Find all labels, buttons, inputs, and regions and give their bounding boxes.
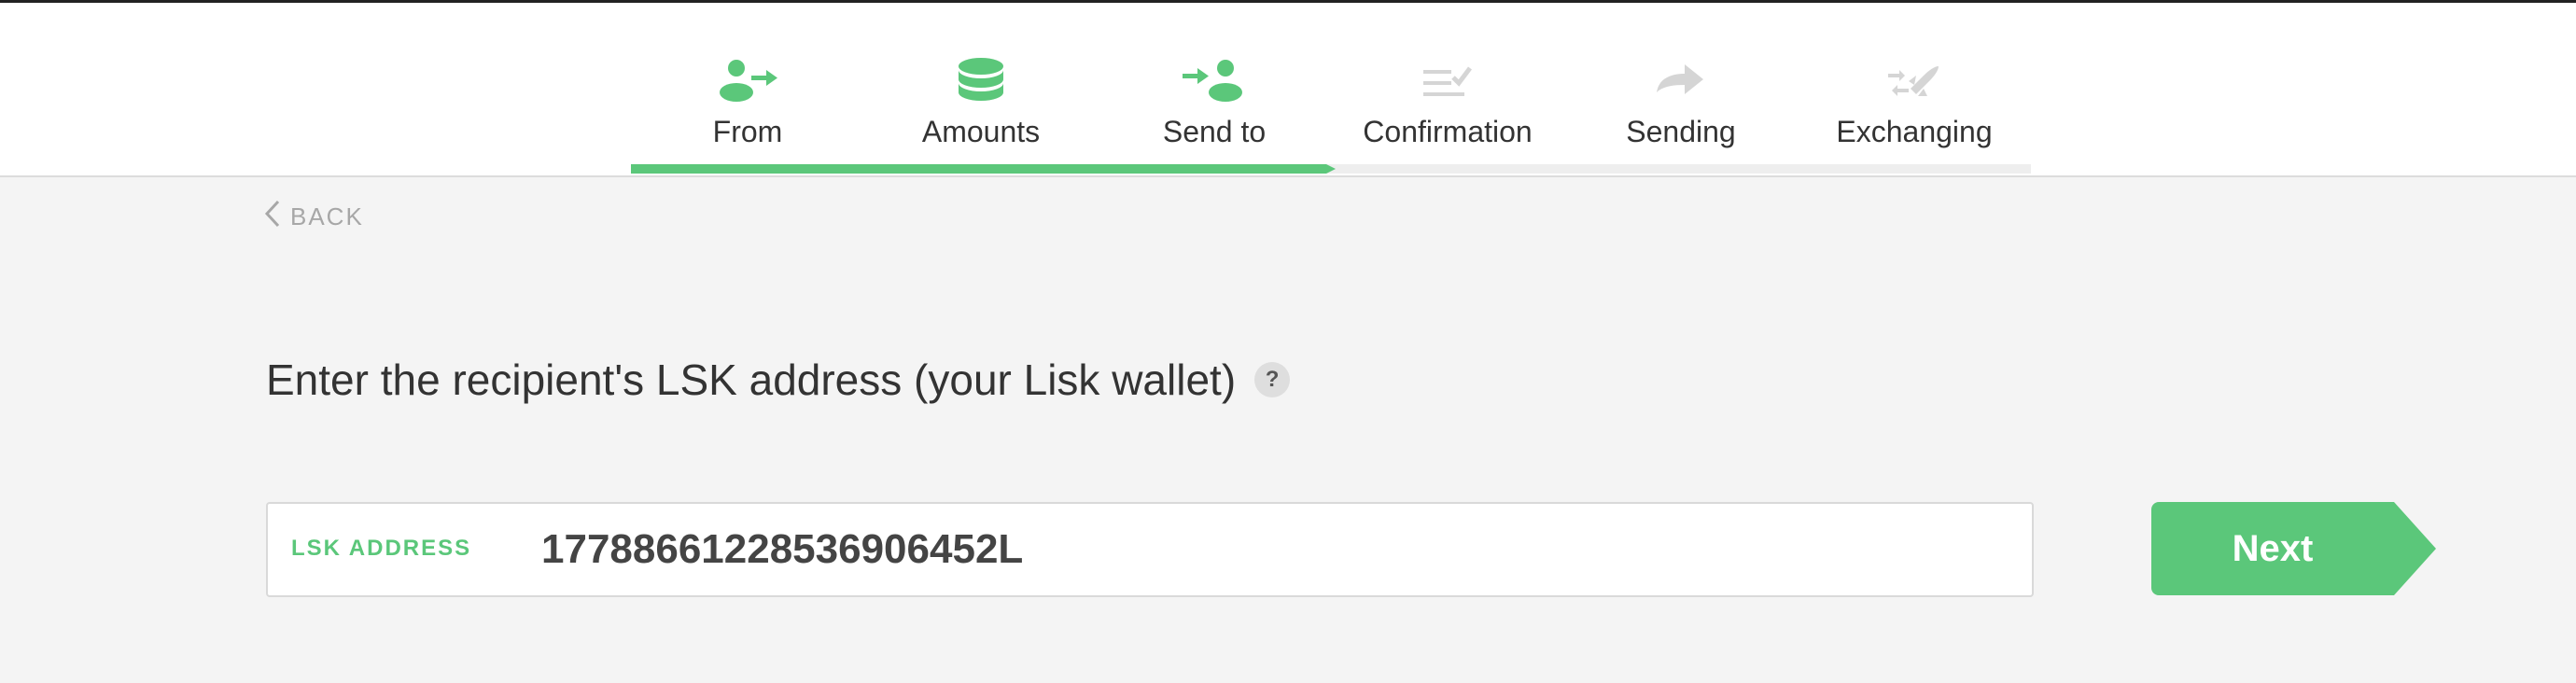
lsk-address-input[interactable] xyxy=(541,521,1997,578)
back-label: BACK xyxy=(290,202,364,230)
step-amounts: Amounts xyxy=(864,3,1098,175)
next-button[interactable]: Next xyxy=(2151,502,2394,595)
step-sending: Sending xyxy=(1564,3,1798,175)
prompt-text: Enter the recipient's LSK address (your … xyxy=(266,355,1237,404)
next-button-arrow[interactable] xyxy=(2394,502,2436,595)
help-icon[interactable]: ? xyxy=(1254,362,1291,397)
step-label: From xyxy=(712,115,783,148)
step-label: Sending xyxy=(1626,115,1736,148)
step-confirmation: Confirmation xyxy=(1331,3,1564,175)
chevron-left-icon xyxy=(264,199,281,235)
step-label: Send to xyxy=(1162,115,1267,148)
step-label: Exchanging xyxy=(1836,115,1993,148)
coins-stack-icon xyxy=(944,55,1018,107)
back-button[interactable]: BACK xyxy=(264,198,364,235)
lsk-address-field: LSK ADDRESS xyxy=(266,502,2034,597)
arrow-right-icon xyxy=(1644,55,1718,107)
lsk-address-label: LSK ADDRESS xyxy=(291,536,472,561)
step-exchanging: Exchanging xyxy=(1798,3,2031,175)
step-from: From xyxy=(631,3,864,175)
checklist-icon xyxy=(1410,55,1485,107)
stepper: From Amounts Send to Confirmation Sendin… xyxy=(631,3,2031,175)
person-receive-icon xyxy=(1177,55,1252,107)
person-send-icon xyxy=(710,55,785,107)
step-send-to: Send to xyxy=(1098,3,1331,175)
recipient-prompt: Enter the recipient's LSK address (your … xyxy=(266,355,1291,405)
step-label: Confirmation xyxy=(1363,115,1533,148)
step-label: Amounts xyxy=(921,115,1041,148)
progress-bar-tip xyxy=(1326,164,1336,174)
progress-bar xyxy=(631,164,1326,174)
rocket-icon xyxy=(1877,55,1952,107)
